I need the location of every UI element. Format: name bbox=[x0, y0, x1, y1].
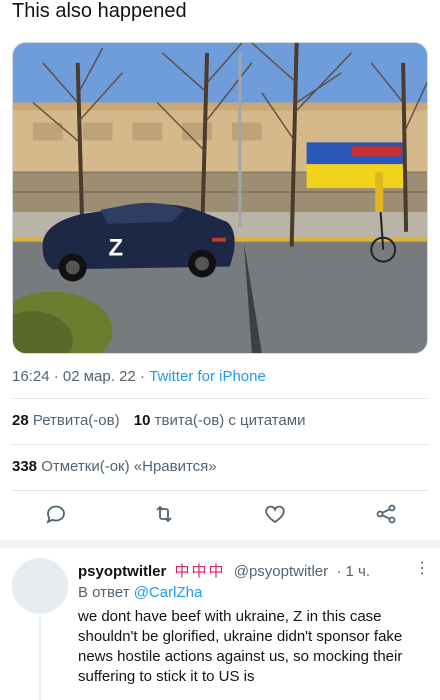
retweets-count: 28 bbox=[12, 412, 29, 429]
reply-author-flags: 中中中 bbox=[174, 563, 226, 580]
retweets-label: Ретвита(-ов) bbox=[32, 412, 120, 429]
reply-to-handle[interactable]: @CarlZha bbox=[134, 584, 203, 601]
quotes-count: 10 bbox=[133, 412, 151, 429]
car-z-marking: Z bbox=[109, 235, 124, 262]
meta-separator-2: · bbox=[139, 368, 145, 385]
tweet-stats: 28 Ретвита(-ов) 10 твита(-ов) с цитатами bbox=[12, 412, 305, 429]
reply-prefix: В ответ bbox=[78, 584, 130, 601]
divider bbox=[12, 490, 428, 491]
quotes-label: твита(-ов) с цитатами bbox=[154, 412, 306, 429]
replying-to: В ответ @CarlZha bbox=[78, 584, 202, 601]
reply-time[interactable]: · 1 ч. bbox=[336, 563, 370, 580]
retweets-stat[interactable]: 28 Ретвита(-ов) bbox=[12, 412, 120, 429]
divider bbox=[12, 398, 428, 399]
tweet-time[interactable]: 16:24 bbox=[12, 368, 50, 385]
meta-separator: · bbox=[53, 368, 59, 385]
share-icon[interactable] bbox=[374, 502, 398, 526]
reply-icon[interactable] bbox=[44, 502, 68, 526]
tweet-actions bbox=[0, 500, 440, 528]
thread-line bbox=[39, 616, 41, 700]
tweet-source-link[interactable]: Twitter for iPhone bbox=[149, 368, 266, 385]
photo-car-with-z: Z bbox=[13, 43, 427, 353]
reply-header: psyoptwitler 中中中 @psyoptwitler · 1 ч. bbox=[78, 560, 370, 581]
tweet-meta: 16:24 · 02 мар. 22 · Twitter for iPhone bbox=[12, 368, 266, 385]
more-options-icon[interactable]: ⋮ bbox=[414, 558, 430, 578]
likes-stat[interactable]: 338 Отметки(-ок) «Нравится» bbox=[12, 458, 217, 475]
likes-label: Отметки(-ок) «Нравится» bbox=[41, 458, 217, 475]
quotes-stat[interactable]: 10 твита(-ов) с цитатами bbox=[134, 412, 306, 429]
reply-text: we dont have beef with ukraine, Z in thi… bbox=[78, 608, 403, 685]
heart-icon[interactable] bbox=[263, 502, 287, 526]
avatar[interactable] bbox=[12, 558, 68, 614]
tweet-headline: This also happened bbox=[12, 0, 187, 22]
divider bbox=[12, 444, 428, 445]
tweet-photo[interactable]: Z bbox=[12, 42, 428, 354]
section-separator bbox=[0, 540, 440, 548]
retweet-icon[interactable] bbox=[152, 502, 176, 526]
likes-count: 338 bbox=[12, 458, 38, 475]
reply-author-handle[interactable]: @psyoptwitler bbox=[234, 563, 328, 580]
tweet-date[interactable]: 02 мар. 22 bbox=[63, 368, 136, 385]
reply-author-name[interactable]: psyoptwitler bbox=[78, 563, 166, 580]
